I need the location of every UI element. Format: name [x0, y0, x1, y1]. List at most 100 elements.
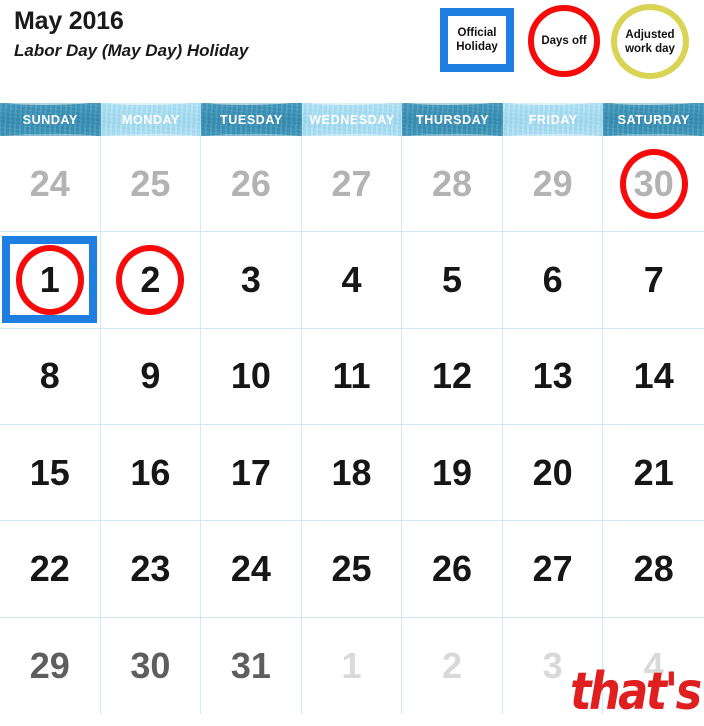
calendar-day-cell[interactable]: 1: [0, 232, 101, 329]
calendar-day-cell[interactable]: 22: [0, 521, 101, 618]
day-number: 25: [331, 547, 372, 589]
day-number: 27: [331, 162, 372, 204]
calendar-day-cell[interactable]: 2: [100, 232, 202, 329]
weekday-header-label: SATURDAY: [617, 112, 690, 127]
calendar-day-cell[interactable]: 6: [502, 232, 604, 329]
legend: Official Holiday Days off Adjusted work …: [434, 0, 704, 90]
day-number: 12: [432, 355, 473, 397]
legend-item-days-off: Days off: [528, 5, 600, 77]
day-number: 29: [532, 162, 573, 204]
calendar-day-cell[interactable]: 29: [502, 136, 604, 233]
day-number: 3: [240, 258, 261, 300]
day-number: 28: [432, 162, 473, 204]
day-number: 31: [230, 644, 271, 686]
legend-label-days-off: Days off: [541, 35, 587, 47]
day-number: 7: [643, 258, 664, 300]
calendar-day-cell[interactable]: 28: [402, 136, 503, 233]
day-number: 22: [29, 547, 70, 589]
day-number: 15: [29, 451, 70, 493]
day-number: 25: [130, 162, 171, 204]
calendar-day-cell[interactable]: 27: [502, 521, 604, 618]
weekday-header-friday: FRIDAY: [502, 103, 604, 136]
day-number: 13: [532, 355, 573, 397]
day-number: 1: [341, 644, 362, 686]
calendar-day-cell[interactable]: 5: [402, 232, 503, 329]
calendar-day-cell[interactable]: 23: [100, 521, 202, 618]
calendar-day-cell[interactable]: 13: [502, 328, 604, 425]
calendar-day-cell[interactable]: 19: [402, 425, 503, 522]
day-number: 26: [230, 162, 271, 204]
day-number: 4: [341, 258, 362, 300]
day-number: 30: [130, 644, 171, 686]
day-number: 10: [230, 355, 271, 397]
day-number: 1: [39, 258, 60, 300]
calendar-day-cell[interactable]: 1: [301, 617, 403, 714]
calendar-day-cell[interactable]: 24: [0, 136, 101, 233]
weekday-header-row: SUNDAY MONDAY TUESDAY WEDNESDAY THURSDAY FRID…: [0, 103, 704, 136]
top-bar: May 2016 Labor Day (May Day) Holiday Off…: [0, 0, 704, 104]
day-number: 19: [432, 451, 473, 493]
calendar-day-cell[interactable]: 27: [301, 136, 403, 233]
calendar-day-cell[interactable]: 12: [402, 328, 503, 425]
calendar-day-cell[interactable]: 26: [402, 521, 503, 618]
day-number: 9: [140, 355, 161, 397]
day-number: 26: [432, 547, 473, 589]
weekday-header-label: SUNDAY: [22, 112, 78, 127]
title-block: May 2016 Labor Day (May Day) Holiday: [14, 6, 424, 63]
day-number: 28: [633, 547, 674, 589]
day-number: 3: [542, 644, 563, 686]
calendar-day-cell[interactable]: 30: [603, 136, 704, 233]
weekday-header-sunday: SUNDAY: [0, 103, 101, 136]
day-number: 16: [130, 451, 171, 493]
weekday-header-label: TUESDAY: [220, 112, 283, 127]
day-number: 27: [532, 547, 573, 589]
day-number: 29: [29, 644, 70, 686]
calendar-day-cell[interactable]: 8: [0, 328, 101, 425]
calendar-day-cell[interactable]: 16: [100, 425, 202, 522]
weekday-header-label: FRIDAY: [528, 112, 578, 127]
day-number: 14: [633, 355, 674, 397]
calendar-grid: 24 25 26 27 28 29 30 1 2 3 4 5 6 7 8 9 10 11 12 13 14 15 16 17 1…: [0, 136, 704, 714]
calendar-day-cell[interactable]: 26: [201, 136, 302, 233]
calendar-day-cell[interactable]: 11: [301, 328, 403, 425]
calendar-day-cell[interactable]: 30: [100, 617, 202, 714]
weekday-header-tuesday: TUESDAY: [201, 103, 302, 136]
weekday-header-monday: MONDAY: [100, 103, 202, 136]
calendar-day-cell[interactable]: 25: [301, 521, 403, 618]
weekday-header-saturday: SATURDAY: [603, 103, 704, 136]
legend-label-adjusted-work-day: Adjusted work day: [625, 28, 675, 55]
calendar-day-cell[interactable]: 31: [201, 617, 302, 714]
page-title: May 2016: [14, 7, 124, 35]
day-number: 24: [230, 547, 271, 589]
calendar-day-cell[interactable]: 14: [603, 328, 704, 425]
day-number: 30: [633, 162, 674, 204]
calendar-day-cell[interactable]: 4: [301, 232, 403, 329]
calendar-day-cell[interactable]: 9: [100, 328, 202, 425]
day-number: 24: [29, 162, 70, 204]
day-number: 18: [331, 451, 372, 493]
calendar-day-cell[interactable]: 18: [301, 425, 403, 522]
day-number: 21: [633, 451, 674, 493]
calendar-day-cell[interactable]: 25: [100, 136, 202, 233]
weekday-header-label: MONDAY: [121, 112, 180, 127]
calendar-day-cell[interactable]: 3: [201, 232, 302, 329]
calendar-day-cell[interactable]: 15: [0, 425, 101, 522]
day-number: 8: [39, 355, 60, 397]
day-number: 23: [130, 547, 171, 589]
day-number: 11: [332, 355, 371, 397]
calendar-day-cell[interactable]: 21: [603, 425, 704, 522]
calendar-day-cell[interactable]: 2: [402, 617, 503, 714]
calendar-day-cell[interactable]: 20: [502, 425, 604, 522]
weekday-header-wednesday: WEDNESDAY: [301, 103, 403, 136]
day-number: 5: [442, 258, 463, 300]
day-number: 2: [140, 258, 161, 300]
day-number: 2: [442, 644, 463, 686]
calendar-day-cell[interactable]: 7: [603, 232, 704, 329]
calendar-day-cell[interactable]: 29: [0, 617, 101, 714]
calendar-day-cell[interactable]: 10: [201, 328, 302, 425]
legend-item-official-holiday: Official Holiday: [440, 8, 514, 72]
calendar-day-cell[interactable]: 17: [201, 425, 302, 522]
calendar-day-cell[interactable]: 28: [603, 521, 704, 618]
calendar-day-cell[interactable]: 24: [201, 521, 302, 618]
legend-item-adjusted-work-day: Adjusted work day: [611, 4, 689, 79]
